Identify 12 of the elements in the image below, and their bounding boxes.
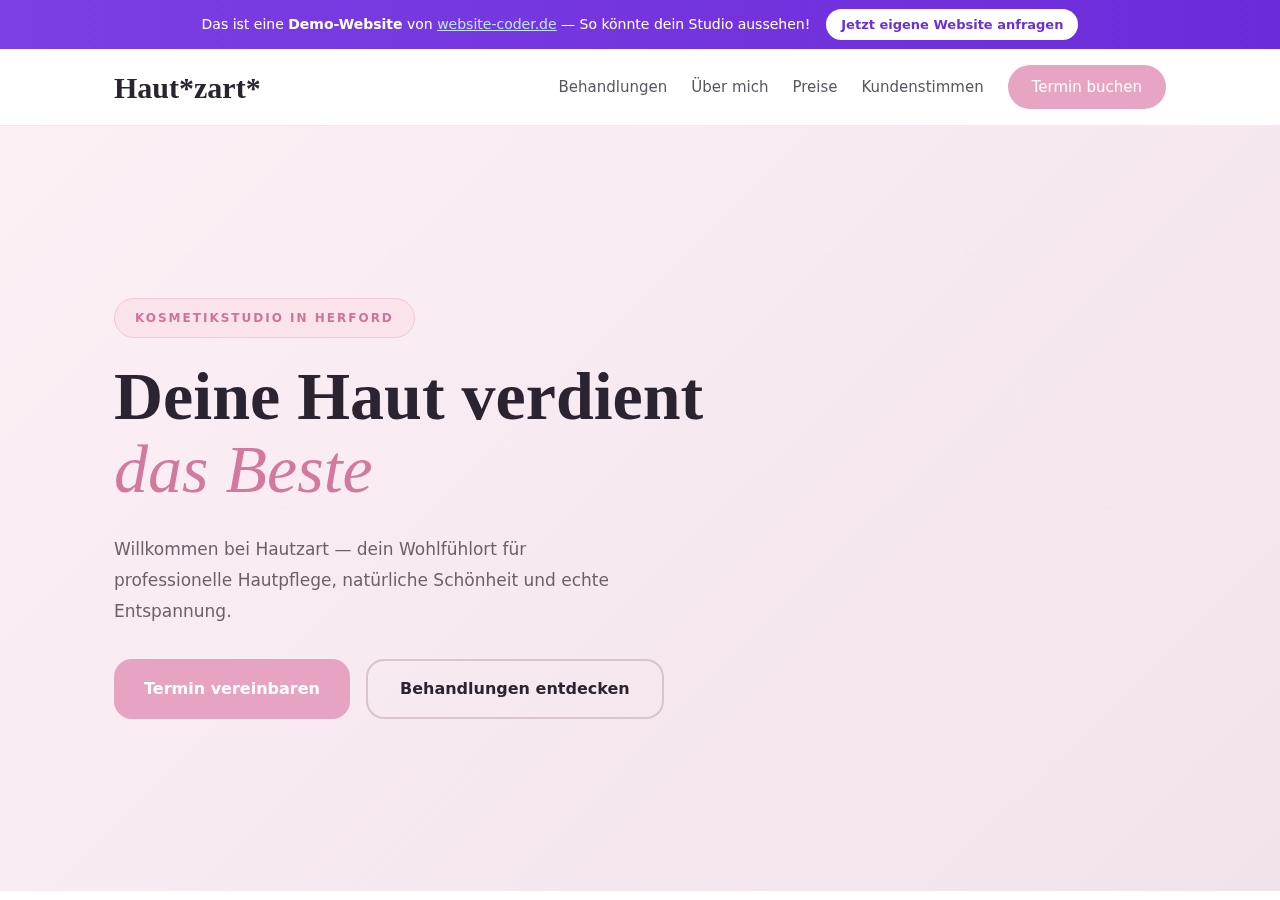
hero-headline: Deine Haut verdient das Beste	[114, 359, 705, 507]
hero-intro: Willkommen bei Hautzart — dein Wohlfühlort für professionelle Hautpflege, natürliche Schönheit und echte Entspannung.	[114, 538, 610, 624]
treatments-button[interactable]: Behandlungen entdecken	[365, 659, 664, 720]
eyebrow-label: KOSMETIKSTUDIO IN HERFORD	[114, 297, 415, 338]
nav-link[interactable]: Preise	[792, 75, 838, 99]
website-link[interactable]: website-coder.de	[437, 16, 557, 32]
nav-link[interactable]: Über mich	[691, 75, 769, 99]
logo[interactable]: Haut*zart*	[114, 64, 261, 110]
request-website-button[interactable]: Jetzt eigene Website anfragen	[826, 8, 1079, 41]
demo-notice: Das ist eine Demo-Website von website-coder.de — So könnte dein Studio aussehen!	[201, 15, 811, 34]
nav-link[interactable]: Kundenstimmen	[861, 75, 984, 99]
nav-link[interactable]: Behandlungen	[558, 75, 668, 99]
